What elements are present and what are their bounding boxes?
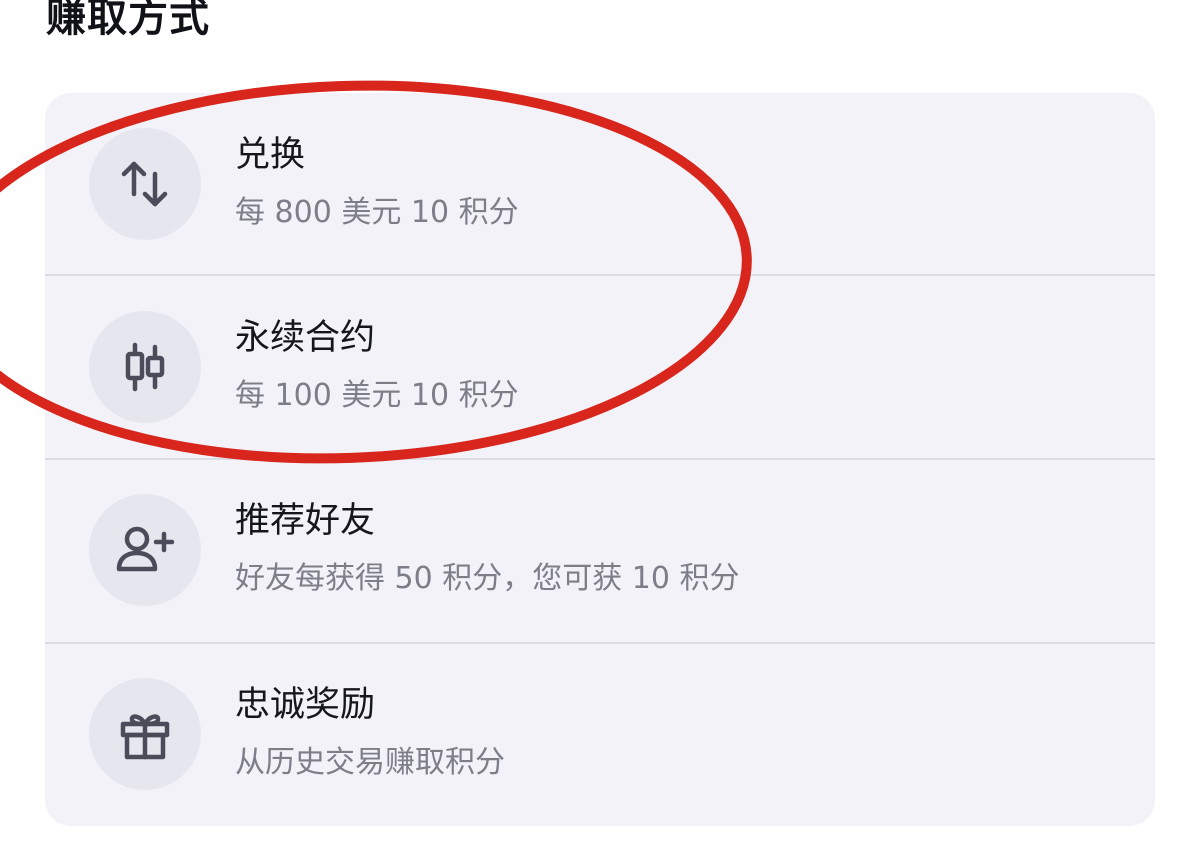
list-item-title: 忠诚奖励 [235, 685, 376, 725]
candlestick-icon [89, 311, 201, 423]
list-item-title: 推荐好友 [235, 501, 376, 541]
list-item-subtitle: 好友每获得 50 积分，您可获 10 积分 [235, 561, 740, 596]
swap-arrows-icon [89, 128, 201, 240]
earn-methods-page: 赚取方式 兑换 每 800 美元 10 积分 永续合约 每 100 美元 10 … [0, 0, 1200, 847]
list-item-perpetual[interactable]: 永续合约 每 100 美元 10 积分 [45, 276, 1155, 459]
section-title: 赚取方式 [46, 0, 210, 41]
list-item-subtitle: 每 100 美元 10 积分 [235, 378, 519, 413]
list-item-subtitle: 从历史交易赚取积分 [235, 745, 505, 780]
list-item-title: 兑换 [235, 135, 306, 175]
earn-methods-card: 兑换 每 800 美元 10 积分 永续合约 每 100 美元 10 积分 推荐… [45, 93, 1155, 826]
list-item-title: 永续合约 [235, 318, 376, 358]
list-item-swap[interactable]: 兑换 每 800 美元 10 积分 [45, 93, 1155, 276]
add-user-icon [89, 494, 201, 606]
list-item-referral[interactable]: 推荐好友 好友每获得 50 积分，您可获 10 积分 [45, 459, 1155, 642]
list-item-subtitle: 每 800 美元 10 积分 [235, 195, 519, 230]
gift-icon [89, 678, 201, 790]
list-item-loyalty[interactable]: 忠诚奖励 从历史交易赚取积分 [45, 643, 1155, 826]
